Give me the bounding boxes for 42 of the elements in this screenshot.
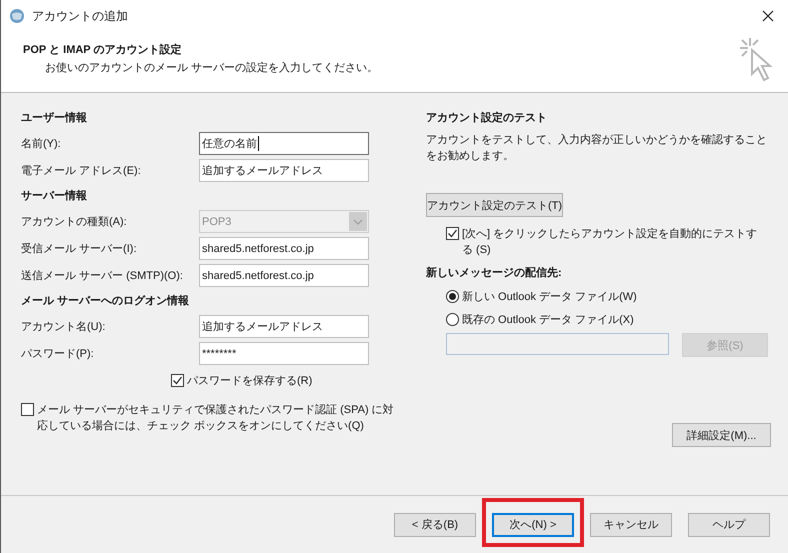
footer-button[interactable]: < 戻る(B)	[394, 512, 476, 536]
field-label: アカウント名(U):	[21, 320, 106, 334]
checkbox-label: メール サーバーがセキュリティで保護されたパスワード認証 (SPA) に対応している場合には、チェック ボックスをオンにしてください(Q)	[37, 402, 395, 434]
input-field[interactable]: 追加するメールアドレス	[199, 159, 369, 182]
input-field[interactable]: 任意の名前	[199, 132, 369, 155]
footer-button[interactable]: キャンセル	[590, 512, 672, 536]
radio-button[interactable]	[446, 313, 459, 326]
file-path-field[interactable]	[446, 333, 669, 355]
page-subtitle: お使いのアカウントのメール サーバーの設定を入力してください。	[45, 60, 378, 75]
checkbox[interactable]	[21, 403, 34, 416]
cursor-click-icon	[738, 36, 774, 84]
input-field[interactable]: 追加するメールアドレス	[199, 315, 369, 338]
field-label: 送信メール サーバー (SMTP)(O):	[21, 269, 184, 283]
section-heading: アカウント設定のテスト	[426, 110, 548, 126]
window-title: アカウントの追加	[32, 8, 129, 24]
checkbox[interactable]	[446, 227, 459, 240]
input-field[interactable]: shared5.netforest.co.jp	[199, 264, 369, 287]
close-icon[interactable]	[762, 10, 774, 22]
advanced-settings-button[interactable]: 詳細設定(M)...	[672, 423, 771, 447]
page-heading: POP と IMAP のアカウント設定	[23, 42, 183, 57]
input-field[interactable]: ********	[199, 342, 369, 365]
field-label: 名前(Y):	[21, 137, 62, 151]
globe-icon	[9, 8, 25, 24]
radio-button[interactable]	[446, 290, 459, 303]
section-heading: サーバー情報	[21, 188, 88, 204]
footer-button[interactable]: ヘルプ	[688, 512, 770, 536]
radio-label: 新しい Outlook データ ファイル(W)	[462, 290, 637, 304]
section-heading: メール サーバーへのログオン情報	[21, 294, 190, 309]
test-account-button[interactable]: アカウント設定のテスト(T)	[426, 193, 564, 217]
checkbox[interactable]	[171, 374, 184, 387]
input-field[interactable]: shared5.netforest.co.jp	[199, 237, 369, 260]
checkbox-label: [次へ] をクリックしたらアカウント設定を自動的にテストする (S)	[462, 226, 758, 258]
field-label: 電子メール アドレス(E):	[21, 164, 142, 178]
checkbox-label: パスワードを保存する(R)	[187, 374, 312, 388]
field-label: アカウントの種類(A):	[21, 215, 128, 229]
section-heading: ユーザー情報	[21, 110, 88, 126]
footer-button[interactable]: 次へ(N) >	[492, 512, 574, 536]
radio-label: 既存の Outlook データ ファイル(X)	[462, 313, 634, 327]
field-label: パスワード(P):	[21, 347, 95, 361]
test-description: アカウントをテストして、入力内容が正しいかどうかを確認することをお勧めします。	[426, 132, 768, 164]
section-heading: 新しいメッセージの配信先:	[426, 266, 563, 281]
field-label: 受信メール サーバー(I):	[21, 242, 138, 256]
